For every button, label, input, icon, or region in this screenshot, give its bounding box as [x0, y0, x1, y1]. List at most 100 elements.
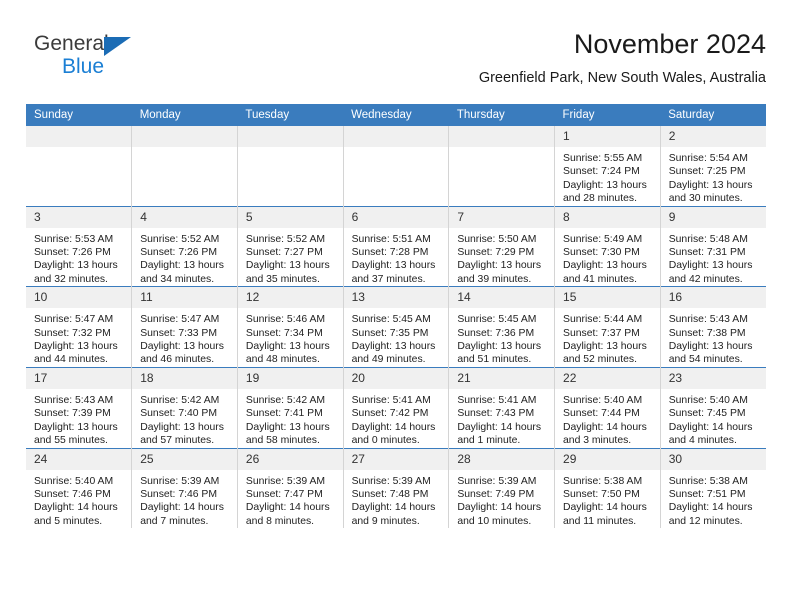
- sunrise-text: Sunrise: 5:44 AM: [563, 314, 643, 326]
- daylight-text: Daylight: 14 hours and 12 minutes.: [668, 502, 753, 527]
- day-cell[interactable]: 16 Sunrise: 5:43 AM Sunset: 7:38 PM Dayl…: [659, 286, 766, 368]
- weekday-header-monday: Monday: [131, 104, 238, 126]
- sunrise-text: Sunrise: 5:54 AM: [668, 153, 748, 164]
- daylight-text: Daylight: 13 hours and 35 minutes.: [245, 260, 330, 285]
- daylight-text: Daylight: 13 hours and 42 minutes.: [668, 260, 753, 285]
- day-cell[interactable]: 20 Sunrise: 5:41 AM Sunset: 7:42 PM Dayl…: [342, 366, 449, 448]
- day-number: 1: [555, 126, 660, 147]
- daylight-text: Daylight: 13 hours and 32 minutes.: [34, 260, 118, 285]
- daylight-text: Daylight: 13 hours and 44 minutes.: [34, 341, 118, 366]
- sunrise-text: Sunrise: 5:49 AM: [563, 233, 643, 245]
- day-info: Sunrise: 5:42 AM Sunset: 7:41 PM Dayligh…: [238, 389, 343, 448]
- day-cell[interactable]: 19 Sunrise: 5:42 AM Sunset: 7:41 PM Dayl…: [236, 366, 344, 448]
- day-cell[interactable]: 8 Sunrise: 5:49 AM Sunset: 7:30 PM Dayli…: [554, 205, 661, 287]
- sunrise-text: Sunrise: 5:46 AM: [245, 314, 326, 326]
- day-cell[interactable]: 22 Sunrise: 5:40 AM Sunset: 7:44 PM Dayl…: [554, 366, 661, 448]
- daylight-text: Daylight: 13 hours and 52 minutes.: [563, 341, 647, 366]
- day-info: Sunrise: 5:55 AM Sunset: 7:24 PM Dayligh…: [555, 147, 660, 206]
- sunset-text: Sunset: 7:50 PM: [563, 488, 640, 500]
- day-cell[interactable]: 30 Sunrise: 5:38 AM Sunset: 7:51 PM Dayl…: [659, 447, 766, 529]
- daylight-text: Daylight: 13 hours and 41 minutes.: [563, 260, 647, 285]
- sunset-text: Sunset: 7:45 PM: [668, 408, 746, 420]
- day-info: Sunrise: 5:54 AM Sunset: 7:25 PM Dayligh…: [661, 147, 766, 206]
- day-number: [237, 126, 343, 147]
- day-cell[interactable]: 10 Sunrise: 5:47 AM Sunset: 7:32 PM Dayl…: [26, 286, 132, 368]
- day-cell[interactable]: 18 Sunrise: 5:42 AM Sunset: 7:40 PM Dayl…: [131, 366, 238, 448]
- daylight-text: Daylight: 13 hours and 55 minutes.: [34, 421, 118, 447]
- day-cell[interactable]: 7 Sunrise: 5:50 AM Sunset: 7:29 PM Dayli…: [448, 205, 555, 287]
- calendar-page: General Blue November 2024 Greenfield Pa…: [0, 0, 792, 612]
- day-info: Sunrise: 5:44 AM Sunset: 7:37 PM Dayligh…: [555, 308, 660, 367]
- day-cell[interactable]: 26 Sunrise: 5:39 AM Sunset: 7:47 PM Dayl…: [236, 447, 344, 529]
- day-cell[interactable]: 15 Sunrise: 5:44 AM Sunset: 7:37 PM Dayl…: [554, 286, 661, 368]
- day-info: Sunrise: 5:50 AM Sunset: 7:29 PM Dayligh…: [449, 228, 554, 287]
- sunrise-text: Sunrise: 5:47 AM: [140, 314, 220, 326]
- sunset-text: Sunset: 7:34 PM: [245, 327, 323, 339]
- sunset-text: Sunset: 7:33 PM: [140, 327, 218, 339]
- calendar-week-row: 24 Sunrise: 5:40 AM Sunset: 7:46 PM Dayl…: [26, 447, 766, 529]
- sunrise-text: Sunrise: 5:43 AM: [668, 314, 748, 326]
- day-cell[interactable]: 1 Sunrise: 5:55 AM Sunset: 7:24 PM Dayli…: [554, 126, 661, 207]
- day-cell[interactable]: 5 Sunrise: 5:52 AM Sunset: 7:27 PM Dayli…: [236, 205, 344, 287]
- sunrise-text: Sunrise: 5:38 AM: [563, 475, 643, 487]
- day-number: 18: [132, 367, 237, 389]
- day-cell[interactable]: 28 Sunrise: 5:39 AM Sunset: 7:49 PM Dayl…: [448, 447, 555, 529]
- day-info: Sunrise: 5:52 AM Sunset: 7:26 PM Dayligh…: [132, 228, 237, 287]
- day-cell[interactable]: 9 Sunrise: 5:48 AM Sunset: 7:31 PM Dayli…: [659, 205, 766, 287]
- day-cell: [342, 126, 449, 207]
- daylight-text: Daylight: 14 hours and 1 minute.: [457, 421, 542, 447]
- daylight-text: Daylight: 13 hours and 34 minutes.: [140, 260, 224, 285]
- day-cell[interactable]: 6 Sunrise: 5:51 AM Sunset: 7:28 PM Dayli…: [342, 205, 449, 287]
- calendar-week-row: 1 Sunrise: 5:55 AM Sunset: 7:24 PM Dayli…: [26, 126, 766, 207]
- day-cell[interactable]: 25 Sunrise: 5:39 AM Sunset: 7:46 PM Dayl…: [131, 447, 238, 529]
- day-cell[interactable]: 17 Sunrise: 5:43 AM Sunset: 7:39 PM Dayl…: [26, 366, 132, 448]
- calendar-week-row: 3 Sunrise: 5:53 AM Sunset: 7:26 PM Dayli…: [26, 205, 766, 287]
- day-cell[interactable]: 4 Sunrise: 5:52 AM Sunset: 7:26 PM Dayli…: [131, 205, 238, 287]
- logo-triangle-icon: [104, 37, 131, 56]
- day-info: Sunrise: 5:53 AM Sunset: 7:26 PM Dayligh…: [26, 228, 131, 287]
- sunset-text: Sunset: 7:42 PM: [351, 408, 429, 420]
- day-cell[interactable]: 21 Sunrise: 5:41 AM Sunset: 7:43 PM Dayl…: [448, 366, 555, 448]
- logo-text-general: General: [34, 32, 109, 55]
- day-cell[interactable]: 13 Sunrise: 5:45 AM Sunset: 7:35 PM Dayl…: [342, 286, 449, 368]
- day-cell[interactable]: 24 Sunrise: 5:40 AM Sunset: 7:46 PM Dayl…: [26, 447, 132, 529]
- day-cell: [26, 126, 132, 207]
- day-cell[interactable]: 12 Sunrise: 5:46 AM Sunset: 7:34 PM Dayl…: [236, 286, 344, 368]
- sunrise-text: Sunrise: 5:48 AM: [668, 233, 748, 245]
- day-number: 11: [132, 287, 237, 309]
- day-info: Sunrise: 5:38 AM Sunset: 7:50 PM Dayligh…: [555, 470, 660, 529]
- sunrise-text: Sunrise: 5:45 AM: [351, 314, 431, 326]
- sunrise-text: Sunrise: 5:50 AM: [457, 233, 537, 245]
- day-info: Sunrise: 5:41 AM Sunset: 7:42 PM Dayligh…: [344, 389, 449, 448]
- day-cell[interactable]: 23 Sunrise: 5:40 AM Sunset: 7:45 PM Dayl…: [659, 366, 766, 448]
- day-cell[interactable]: 11 Sunrise: 5:47 AM Sunset: 7:33 PM Dayl…: [131, 286, 238, 368]
- day-cell[interactable]: 14 Sunrise: 5:45 AM Sunset: 7:36 PM Dayl…: [448, 286, 555, 368]
- day-number: 16: [660, 287, 766, 309]
- calendar-week-row: 17 Sunrise: 5:43 AM Sunset: 7:39 PM Dayl…: [26, 366, 766, 448]
- daylight-text: Daylight: 14 hours and 9 minutes.: [351, 502, 436, 527]
- sunrise-text: Sunrise: 5:39 AM: [245, 475, 326, 487]
- daylight-text: Daylight: 13 hours and 48 minutes.: [245, 341, 330, 366]
- sunset-text: Sunset: 7:30 PM: [563, 247, 640, 259]
- day-number: 20: [343, 367, 449, 389]
- day-info: Sunrise: 5:42 AM Sunset: 7:40 PM Dayligh…: [132, 389, 237, 448]
- sunrise-text: Sunrise: 5:51 AM: [351, 233, 431, 245]
- sunset-text: Sunset: 7:32 PM: [34, 327, 111, 339]
- day-number: 19: [237, 367, 343, 389]
- day-number: 13: [343, 287, 449, 309]
- generalblue-logo: General Blue: [26, 32, 226, 88]
- sunrise-text: Sunrise: 5:45 AM: [457, 314, 537, 326]
- sunrise-text: Sunrise: 5:40 AM: [34, 475, 114, 487]
- sunrise-text: Sunrise: 5:55 AM: [563, 153, 643, 164]
- day-number: 5: [237, 206, 343, 228]
- logo-text-blue: Blue: [62, 55, 105, 78]
- day-cell[interactable]: 2 Sunrise: 5:54 AM Sunset: 7:25 PM Dayli…: [659, 126, 766, 207]
- day-cell[interactable]: 3 Sunrise: 5:53 AM Sunset: 7:26 PM Dayli…: [26, 205, 132, 287]
- weekday-header-saturday: Saturday: [660, 104, 766, 126]
- sunrise-text: Sunrise: 5:53 AM: [34, 233, 114, 245]
- day-cell[interactable]: 27 Sunrise: 5:39 AM Sunset: 7:48 PM Dayl…: [342, 447, 449, 529]
- page-title: November 2024: [573, 29, 766, 59]
- day-cell[interactable]: 29 Sunrise: 5:38 AM Sunset: 7:50 PM Dayl…: [554, 447, 661, 529]
- page-header: General Blue November 2024 Greenfield Pa…: [26, 28, 766, 98]
- day-info: Sunrise: 5:39 AM Sunset: 7:46 PM Dayligh…: [132, 470, 237, 529]
